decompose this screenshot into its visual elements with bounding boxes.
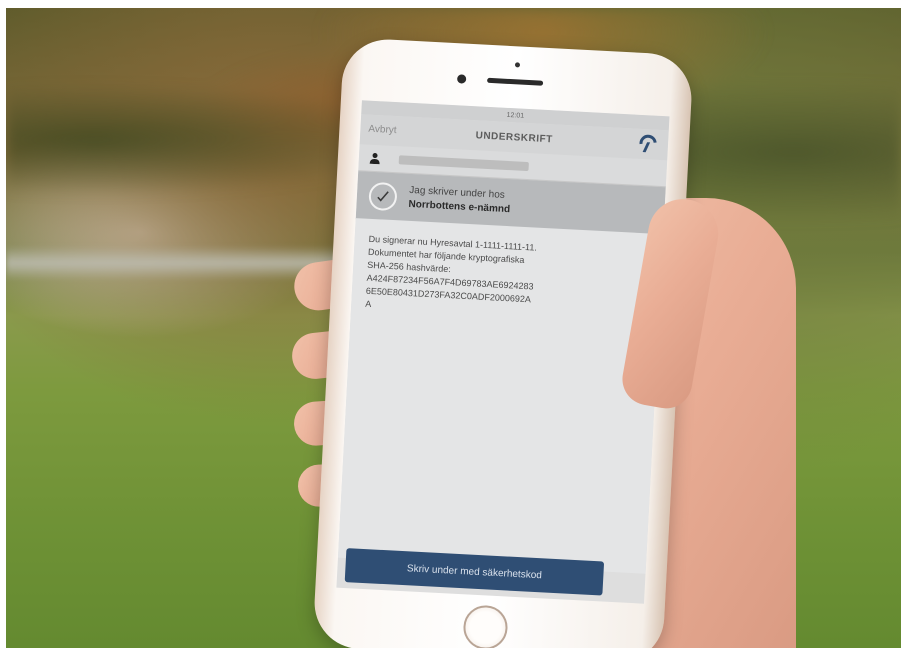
home-button[interactable] [462,604,509,648]
freja-logo-icon [639,134,657,153]
proximity-sensor [514,62,521,68]
earpiece-speaker [487,77,544,86]
document-hash-text: Du signerar nu Hyresavtal 1-1111-1111-11… [365,233,538,310]
user-name-placeholder [398,154,529,171]
checkmark-circle-icon [368,181,398,212]
signer-text: Jag skriver under hos Norrbottens e-nämn… [408,184,511,217]
background-photo: 12:01 Avbryt UNDERSKRIFT Jag skriver und… [6,8,901,648]
user-icon [369,153,380,165]
cancel-button[interactable]: Avbryt [368,124,397,136]
page-title: UNDERSKRIFT [475,129,554,145]
front-camera [456,74,467,84]
sign-button-label: Skriv under med säkerhetskod [406,562,543,581]
document-area: Du signerar nu Hyresavtal 1-1111-1111-11… [337,218,664,574]
phone-screen: 12:01 Avbryt UNDERSKRIFT Jag skriver und… [336,100,670,604]
status-time: 12:01 [506,111,525,120]
